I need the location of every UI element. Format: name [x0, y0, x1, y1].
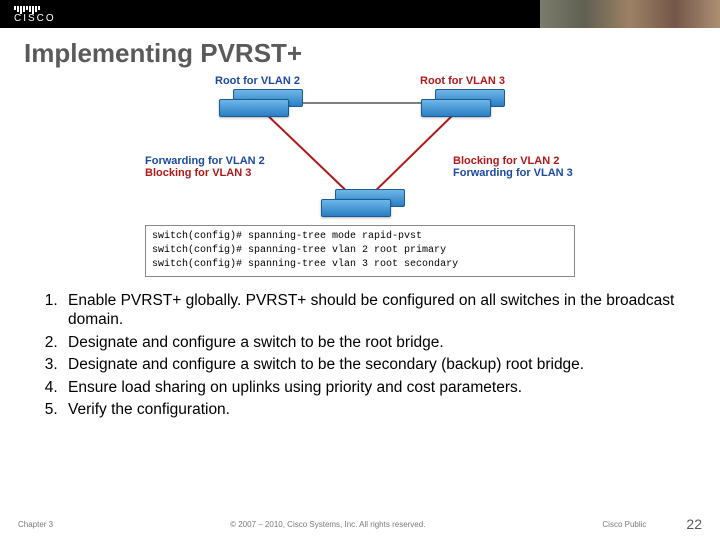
footer-copyright: © 2007 – 2010, Cisco Systems, Inc. All r…	[53, 520, 602, 529]
steps-list: Enable PVRST+ globally. PVRST+ should be…	[40, 291, 692, 419]
cli-line: switch(config)# spanning-tree mode rapid…	[152, 230, 568, 244]
slide-title: Implementing PVRST+	[0, 28, 720, 75]
cli-box: switch(config)# spanning-tree mode rapid…	[145, 225, 575, 277]
label-right-fwd: Forwarding for VLAN 3	[453, 167, 573, 179]
label-root-vlan3: Root for VLAN 3	[420, 75, 505, 87]
footer-classification: Cisco Public	[602, 520, 646, 529]
cli-line: switch(config)# spanning-tree vlan 2 roo…	[152, 244, 568, 258]
step-item: Ensure load sharing on uplinks using pri…	[62, 378, 692, 397]
header-people-image	[540, 0, 720, 28]
footer-chapter: Chapter 3	[18, 520, 53, 529]
label-left-blk: Blocking for VLAN 3	[145, 167, 251, 179]
network-diagram: Root for VLAN 2 Root for VLAN 3 Forwardi…	[145, 75, 575, 277]
slide-footer: Chapter 3 © 2007 – 2010, Cisco Systems, …	[0, 516, 720, 532]
step-item: Verify the configuration.	[62, 400, 692, 419]
steps-section: Enable PVRST+ globally. PVRST+ should be…	[0, 283, 720, 419]
step-item: Designate and configure a switch to be t…	[62, 333, 692, 352]
header-bar: CISCO	[0, 0, 720, 28]
switch-top-right	[421, 89, 505, 123]
step-item: Designate and configure a switch to be t…	[62, 355, 692, 374]
switch-top-left	[219, 89, 303, 123]
label-root-vlan2: Root for VLAN 2	[215, 75, 300, 87]
footer-page-number: 22	[686, 516, 702, 532]
switch-bottom	[321, 189, 405, 223]
step-item: Enable PVRST+ globally. PVRST+ should be…	[62, 291, 692, 330]
label-right-blk: Blocking for VLAN 2	[453, 155, 559, 167]
logo-text: CISCO	[14, 15, 56, 22]
label-left-fwd: Forwarding for VLAN 2	[145, 155, 265, 167]
cli-line: switch(config)# spanning-tree vlan 3 roo…	[152, 258, 568, 272]
cisco-logo: CISCO	[0, 6, 56, 22]
